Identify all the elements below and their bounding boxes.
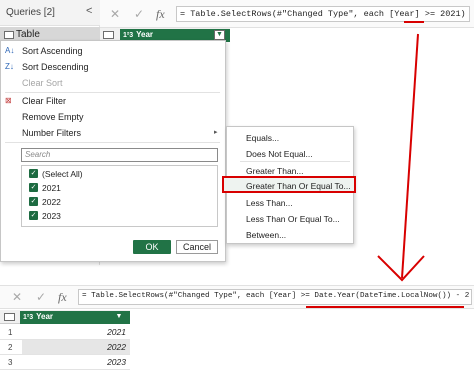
formula-text: = Table.SelectRows(#"Changed Type", each…	[82, 292, 474, 300]
row-number: 2	[8, 343, 13, 352]
column-header-label: Year	[36, 312, 54, 321]
table-cell[interactable]: 2023	[22, 355, 130, 369]
commit-formula-icon[interactable]: ✓	[36, 290, 46, 304]
number-type-icon[interactable]: 1²3	[23, 314, 33, 321]
cancel-formula-icon[interactable]: ✕	[12, 290, 22, 304]
table-menu-icon[interactable]	[4, 313, 15, 321]
row-number: 1	[8, 328, 13, 337]
table-cell[interactable]: 2021	[22, 325, 130, 339]
filter-dropdown-icon[interactable]: ▼	[114, 313, 124, 322]
row-number: 3	[8, 358, 13, 367]
table-cell[interactable]: 2022	[22, 340, 130, 354]
row-divider	[0, 369, 130, 370]
annotation-underline	[306, 306, 464, 308]
fx-icon[interactable]: fx	[58, 290, 67, 305]
